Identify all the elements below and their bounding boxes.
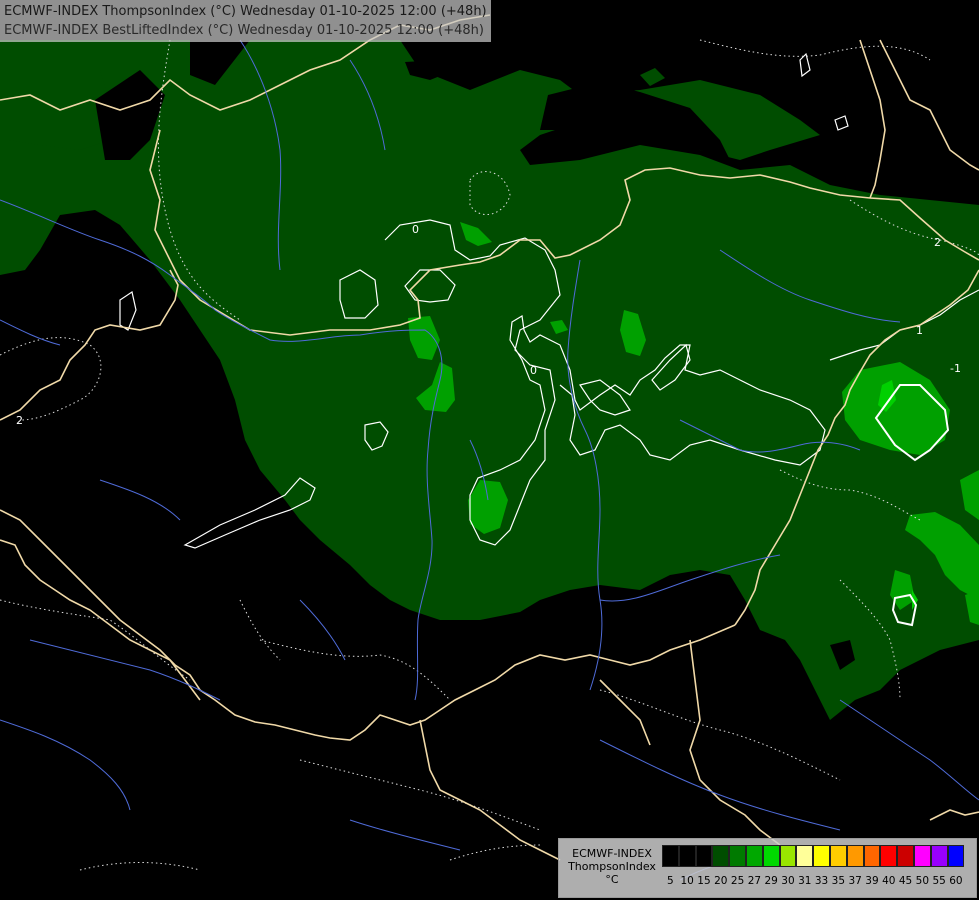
weather-map: 0 2 2 0 -1 1 <box>0 0 979 900</box>
legend-swatch <box>930 845 948 867</box>
legend-swatch <box>678 845 696 867</box>
map-title-thompson: ECMWF-INDEX ThompsonIndex (°C) Wednesday… <box>4 4 487 19</box>
legend-swatch <box>779 845 797 867</box>
legend-ticks: 5 10 15 20 25 27 29 30 31 33 35 37 39 40 45 50 55 60 <box>662 875 964 887</box>
legend-tick-label: 33 <box>814 875 829 887</box>
legend-tick-label: 40 <box>882 875 896 887</box>
legend-tick-label: 60 <box>949 875 963 887</box>
legend-swatch <box>880 845 898 867</box>
legend-tick-label: 25 <box>730 875 745 887</box>
legend-tick-label: 37 <box>848 875 862 887</box>
legend-tick-label: 39 <box>865 875 879 887</box>
legend-tick-label: 30 <box>781 875 795 887</box>
map-title-box: ECMWF-INDEX ThompsonIndex (°C) Wednesday… <box>0 0 491 42</box>
legend-swatch <box>745 845 763 867</box>
legend-swatch <box>762 845 780 867</box>
legend-tick-label: 29 <box>764 875 778 887</box>
legend-unit: °C <box>605 873 619 886</box>
legend-swatch <box>729 845 746 867</box>
legend-swatch <box>695 845 713 867</box>
legend-model: ECMWF-INDEX <box>572 847 652 860</box>
legend-tick-label: 55 <box>932 875 946 887</box>
contour-label: 0 <box>530 364 537 377</box>
legend-swatch <box>897 845 914 867</box>
legend-tick-label: 50 <box>915 875 930 887</box>
legend-swatch <box>913 845 931 867</box>
legend-label: ECMWF-INDEX ThompsonIndex °C <box>567 847 657 886</box>
legend-tick-label: 45 <box>898 875 913 887</box>
legend-tick-label: 5 <box>667 875 674 887</box>
legend-swatches <box>662 845 965 867</box>
map-title-bestlifted: ECMWF-INDEX BestLiftedIndex (°C) Wednesd… <box>4 23 484 38</box>
contour-label: 2 <box>934 236 941 249</box>
legend-swatch <box>863 845 881 867</box>
legend-parameter: ThompsonIndex <box>568 860 656 873</box>
contour-label: 0 <box>412 223 419 236</box>
legend-swatch <box>829 845 847 867</box>
legend-swatch <box>813 845 830 867</box>
contour-label: 2 <box>16 414 23 427</box>
legend-tick-label: 31 <box>798 875 812 887</box>
legend-tick-label: 15 <box>697 875 711 887</box>
legend-swatch <box>846 845 864 867</box>
legend-swatch <box>712 845 730 867</box>
legend-swatch <box>662 845 679 867</box>
contour-label: -1 <box>950 362 961 375</box>
contour-label: 1 <box>916 324 923 337</box>
legend-tick-label: 20 <box>714 875 728 887</box>
legend-swatch <box>947 845 965 867</box>
legend-tick-label: 35 <box>831 875 846 887</box>
color-legend: ECMWF-INDEX ThompsonIndex °C 5 10 15 20 25 27… <box>558 838 977 898</box>
legend-tick-label: 27 <box>747 875 762 887</box>
legend-swatch <box>796 845 814 867</box>
legend-tick-label: 10 <box>680 875 694 887</box>
